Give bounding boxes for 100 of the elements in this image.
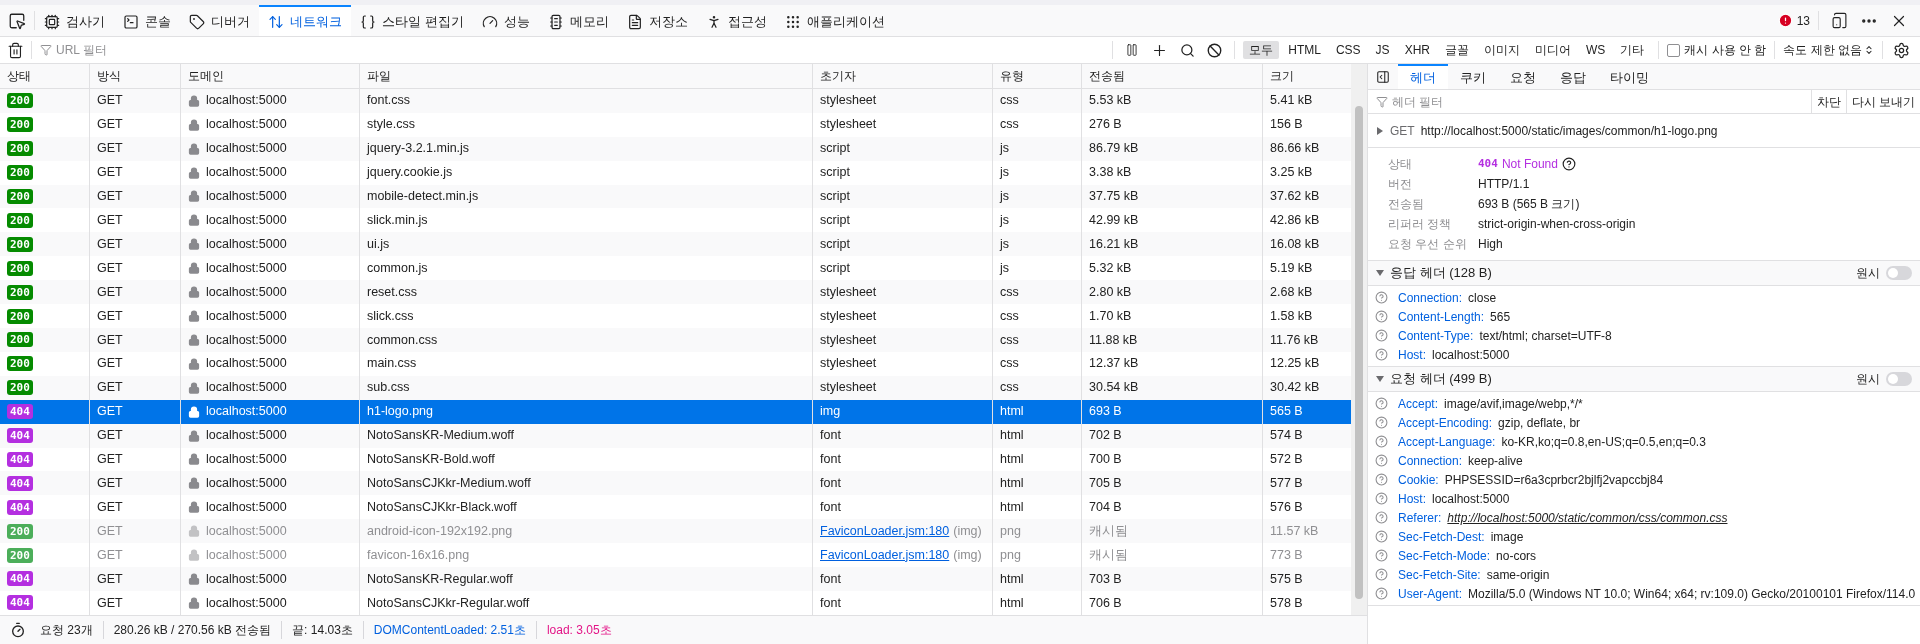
type-filter-button[interactable]: 모두 — [1243, 41, 1280, 59]
column-header[interactable]: 상태 — [0, 64, 89, 88]
chip-icon — [44, 13, 60, 30]
action-button[interactable]: 다시 보내기 — [1845, 90, 1920, 113]
type-filter-button[interactable]: XHR — [1398, 41, 1436, 59]
stopwatch-icon[interactable] — [10, 622, 26, 638]
request-row[interactable]: 200 GET localhost:5000 android-icon-192x192.png FaviconLoader.jsm:180 (img) png 캐시됨 11.57 kB — [0, 519, 1351, 544]
dropdown-caret-icon — [1864, 45, 1874, 55]
file-name: h1-logo.png — [367, 403, 434, 421]
element-picker-icon[interactable] — [8, 11, 26, 30]
request-url: http://localhost:5000/static/images/common/h1-logo.png — [1420, 122, 1718, 140]
type-text: html — [1000, 427, 1024, 445]
header-name: Sec-Fetch-Dest: — [1398, 528, 1485, 546]
request-row[interactable]: 200 GET localhost:5000 common.css stylesheet css 11.88 kB 11.76 kB — [0, 327, 1351, 352]
lock-icon — [188, 286, 200, 299]
devtools-tab[interactable]: 메모리 — [538, 5, 618, 36]
type-filter-button[interactable]: 이미지 — [1477, 41, 1526, 59]
toggle-switch[interactable] — [1886, 372, 1912, 386]
details-tab[interactable]: 쿠키 — [1448, 64, 1498, 89]
initiator-link[interactable]: FaviconLoader.jsm:180 — [820, 521, 950, 541]
expand-triangle-icon[interactable] — [1376, 375, 1384, 383]
trash-icon[interactable] — [7, 41, 24, 59]
devtools-tab[interactable]: 스타일 편집기 — [351, 5, 473, 36]
checkbox[interactable] — [1667, 43, 1681, 57]
search-icon[interactable] — [1180, 42, 1196, 58]
request-row[interactable]: 404 GET localhost:5000 NotoSansKR-Regular.woff font html 703 B 575 B — [0, 567, 1351, 591]
request-row[interactable]: 200 GET localhost:5000 mobile-detect.min.js script js 37.75 kB 37.62 kB — [0, 184, 1351, 209]
size-text: 577 B — [1270, 475, 1303, 492]
terminal-icon — [123, 13, 139, 30]
request-row[interactable]: 200 GET localhost:5000 reset.css stylesheet css 2.80 kB 2.68 kB — [0, 280, 1351, 305]
column-header[interactable]: 도메인 — [180, 64, 359, 88]
type-filter-button[interactable]: JS — [1369, 41, 1396, 59]
file-name: android-icon-192x192.png — [367, 522, 513, 540]
expand-triangle-icon[interactable] — [1376, 269, 1384, 277]
column-header[interactable]: 초기자 — [812, 64, 992, 88]
devtools-tab[interactable]: 접근성 — [696, 5, 776, 36]
file-name: jquery-3.2.1.min.js — [367, 140, 470, 158]
devtools-tab[interactable]: 디버거 — [180, 5, 259, 36]
devtools-tab[interactable]: 콘솔 — [114, 5, 180, 36]
transferred-text: 캐시됨 — [1089, 522, 1128, 540]
method-text: GET — [97, 546, 123, 564]
settings-icon[interactable] — [1893, 41, 1910, 59]
details-tab[interactable]: 요청 — [1498, 64, 1548, 89]
request-row[interactable]: 200 GET localhost:5000 font.css stylesheet css 5.53 kB 5.41 kB — [0, 88, 1351, 113]
responsive-mode-icon[interactable] — [1831, 12, 1848, 29]
lock-icon — [188, 190, 200, 203]
details-tab[interactable]: 헤더 — [1398, 64, 1448, 89]
domain-text: localhost:5000 — [206, 188, 287, 206]
type-text: html — [1000, 451, 1024, 469]
devtools-tab[interactable]: 성능 — [472, 5, 539, 36]
summary-value: 693 B (565 B 크기) — [1478, 196, 1580, 213]
scrollbar[interactable] — [1351, 64, 1367, 615]
column-header[interactable]: 전송됨 — [1081, 64, 1262, 88]
help-icon[interactable] — [1561, 157, 1576, 171]
request-row[interactable]: 200 GET localhost:5000 sub.css stylesheet css 30.54 kB 30.42 kB — [0, 375, 1351, 400]
checkbox-label: 캐시 사용 안 함 — [1684, 42, 1767, 59]
type-filter-button[interactable]: HTML — [1282, 41, 1327, 59]
method-text: GET — [97, 331, 123, 349]
details-tab[interactable]: 타이밍 — [1598, 64, 1661, 89]
request-row[interactable]: 200 GET localhost:5000 ui.js script js 16.21 kB 16.08 kB — [0, 232, 1351, 257]
devtools-tab[interactable]: 저장소 — [617, 5, 697, 36]
section-header[interactable]: 요청 헤더 (499 B) 원시 — [1368, 367, 1920, 392]
url-filter-field[interactable]: URL 필터 — [56, 41, 1105, 59]
column-header[interactable]: 유형 — [992, 64, 1081, 88]
type-text: js — [1000, 235, 1010, 253]
block-icon[interactable] — [1207, 42, 1223, 58]
request-row[interactable]: 404 GET localhost:5000 NotoSansCJKkr-Medium.woff font html 705 B 577 B — [0, 471, 1351, 496]
type-filter-button[interactable]: WS — [1579, 41, 1612, 59]
domain-text: localhost:5000 — [206, 594, 287, 612]
column-header[interactable]: 방식 — [89, 64, 180, 88]
details-tab[interactable]: 응답 — [1548, 64, 1598, 89]
type-filter-button[interactable]: 기타 — [1614, 41, 1651, 59]
filter-icon — [40, 44, 52, 56]
initiator-link[interactable]: FaviconLoader.jsm:180 — [820, 545, 950, 565]
grid-dots-icon — [784, 13, 801, 30]
header-link[interactable]: http://localhost:5000/static/common/css/common.css — [1447, 508, 1728, 527]
action-button[interactable]: 차단 — [1810, 90, 1846, 113]
status-badge: 404 — [7, 499, 33, 515]
request-row[interactable]: 404 GET localhost:5000 h1-logo.png img html 693 B 565 B — [0, 399, 1351, 424]
column-header[interactable]: 파일 — [359, 64, 812, 88]
request-row[interactable]: 200 GET localhost:5000 jquery-3.2.1.min.js script js 86.79 kB 86.66 kB — [0, 136, 1351, 161]
header-name: Referer: — [1398, 509, 1442, 527]
expand-triangle-icon[interactable] — [1376, 126, 1384, 135]
pause-icon[interactable] — [1125, 43, 1140, 57]
header-value: image/avif,image/webp,*/* — [1444, 395, 1583, 413]
devtools-tab[interactable]: 검사기 — [35, 5, 114, 36]
type-filter-button[interactable]: 미디어 — [1528, 41, 1577, 59]
panel-toggle-icon[interactable] — [1376, 69, 1390, 84]
type-filter-button[interactable]: 글꼴 — [1438, 41, 1475, 59]
section-header[interactable]: 응답 헤더 (128 B) 원시 — [1368, 261, 1920, 286]
devtools-tab[interactable]: 네트워크 — [259, 5, 351, 36]
error-count[interactable]: 13 — [1796, 11, 1810, 30]
type-filter-button[interactable]: CSS — [1329, 41, 1367, 59]
devtools-tab[interactable]: 애플리케이션 — [775, 5, 894, 36]
size-text: 572 B — [1270, 451, 1303, 469]
method-text: GET — [97, 164, 123, 182]
throttling-dropdown[interactable]: 속도 제한 없음 — [1775, 41, 1882, 59]
request-row[interactable]: 404 GET localhost:5000 NotoSansKR-Medium.woff font html 702 B 574 B — [0, 423, 1351, 448]
header-filter-field[interactable]: 헤더 필터 — [1392, 92, 1803, 111]
toggle-switch[interactable] — [1886, 266, 1912, 280]
